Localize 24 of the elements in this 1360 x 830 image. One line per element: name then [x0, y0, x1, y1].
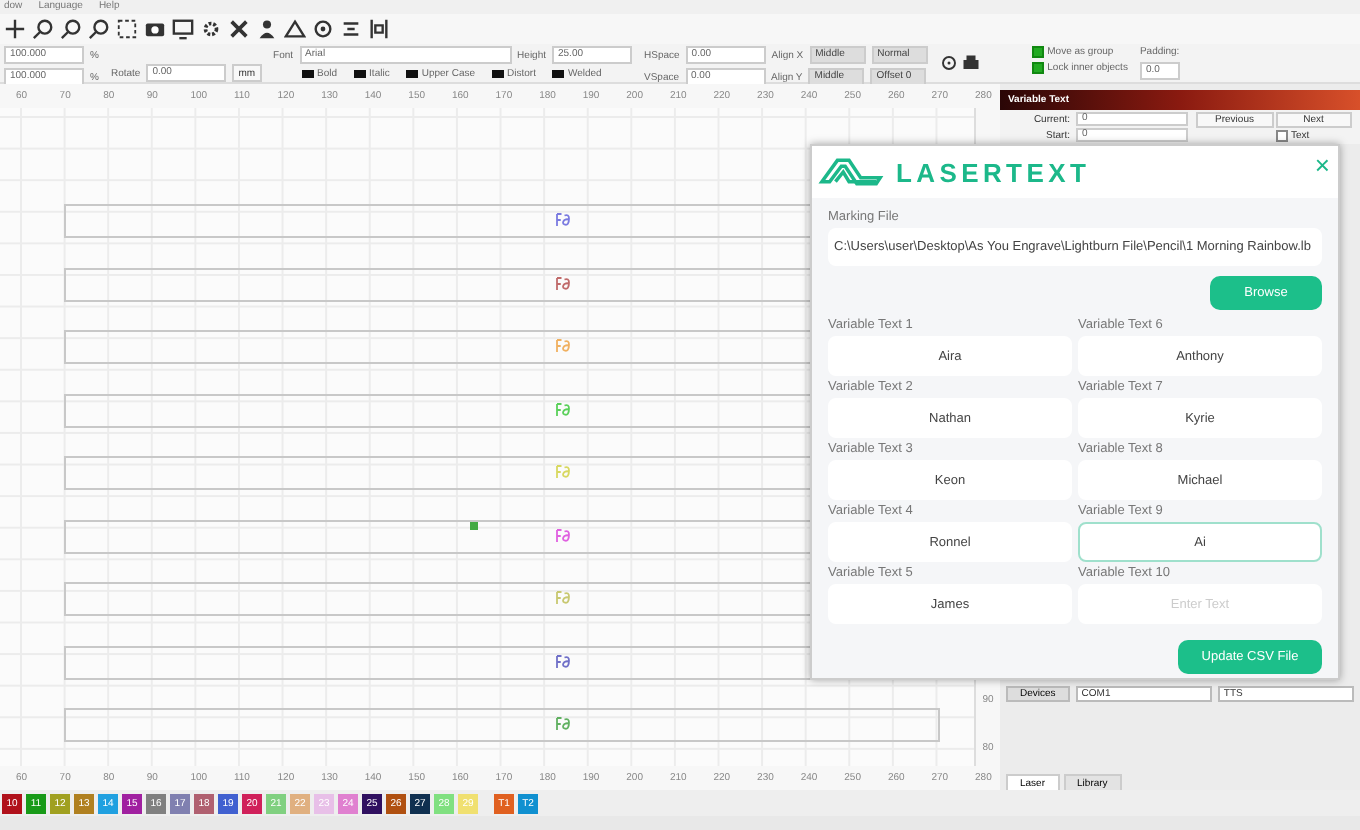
target-icon[interactable]	[312, 18, 334, 40]
triangle-icon[interactable]	[284, 18, 306, 40]
user-icon[interactable]	[256, 18, 278, 40]
zoom-icon[interactable]	[88, 18, 110, 40]
toggle-icon[interactable]	[551, 70, 564, 78]
toggle-icon[interactable]	[353, 70, 366, 78]
move-icon[interactable]	[4, 18, 26, 40]
monitor-icon[interactable]	[172, 18, 194, 40]
distribute-icon[interactable]	[368, 18, 390, 40]
zoom-out-icon[interactable]	[60, 18, 82, 40]
checkbox[interactable]	[1031, 46, 1044, 58]
logo-icon	[818, 154, 884, 190]
zoom-in-icon[interactable]	[32, 18, 54, 40]
rotate-icon[interactable]	[939, 54, 958, 72]
toggle-icon[interactable]	[405, 70, 418, 78]
camera-icon[interactable]	[144, 18, 166, 40]
checkbox[interactable]	[1031, 62, 1044, 74]
selection-icon[interactable]	[116, 18, 138, 40]
logo-text: LASERTEXT	[896, 157, 1093, 187]
checkbox[interactable]	[1275, 130, 1287, 142]
toggle-icon[interactable]	[491, 70, 504, 78]
toggle-icon[interactable]	[301, 70, 314, 78]
align-icon[interactable]	[340, 18, 362, 40]
node-marker	[470, 522, 478, 530]
